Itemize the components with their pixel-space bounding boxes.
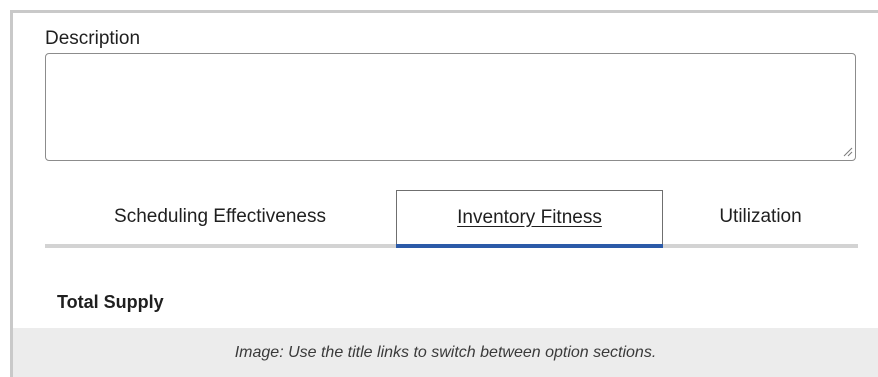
description-field[interactable]: [45, 53, 856, 161]
description-label: Description: [45, 28, 141, 49]
resize-grip-icon[interactable]: [843, 147, 853, 157]
caption-text: Image: Use the title links to switch bet…: [234, 343, 657, 361]
section-title: Total Supply: [57, 292, 164, 312]
tab-label: Utilization: [719, 206, 802, 227]
tab-inventory-fitness[interactable]: Inventory Fitness: [396, 190, 663, 248]
tab-utilization[interactable]: Utilization: [663, 190, 858, 248]
active-tab-indicator: [396, 244, 663, 248]
tab-label: Inventory Fitness: [457, 206, 602, 228]
tab-scheduling-effectiveness[interactable]: Scheduling Effectiveness: [45, 190, 395, 248]
image-caption: Image: Use the title links to switch bet…: [13, 328, 878, 377]
tab-label: Scheduling Effectiveness: [114, 206, 326, 227]
